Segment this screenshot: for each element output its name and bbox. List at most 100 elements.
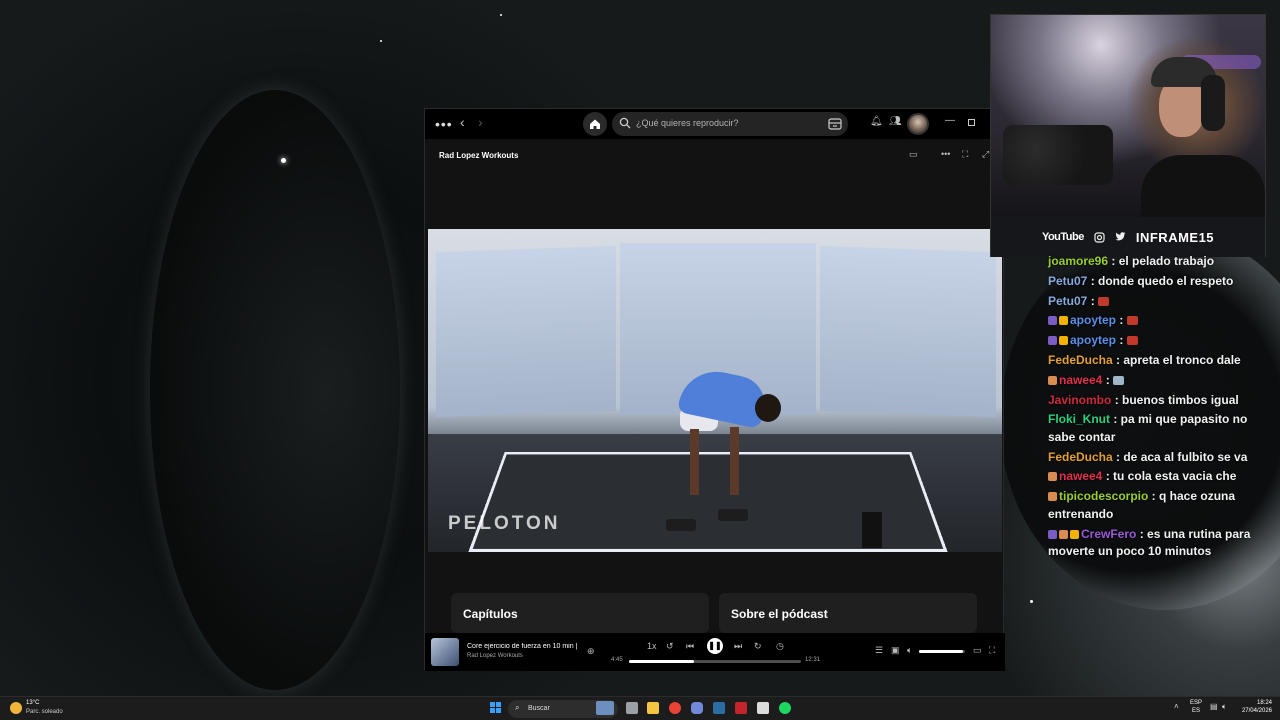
weather-desc[interactable]: Parc. soleado [26, 709, 63, 715]
chat-username[interactable]: Floki_Knut [1048, 412, 1110, 426]
miniplayer-icon[interactable]: ▭ [973, 645, 982, 656]
progress-bar[interactable] [629, 660, 801, 663]
chat-username[interactable]: Javinombo [1048, 393, 1111, 407]
rewind-15-icon[interactable]: ↺ [666, 641, 674, 652]
app-icon[interactable] [757, 702, 769, 714]
chat-text: : [1102, 372, 1114, 387]
back-arrow-icon[interactable]: ‹ [460, 114, 465, 130]
chat-badge-icon [1048, 472, 1057, 482]
keyboard-code: ES [1192, 708, 1201, 714]
webcam-feed [991, 15, 1265, 217]
chat-username[interactable]: nawee4 [1059, 373, 1102, 387]
chat-badge-icon [1048, 529, 1057, 539]
taskbar-search-label: Buscar [528, 705, 550, 712]
weather-sun-icon[interactable] [10, 702, 22, 714]
add-icon[interactable]: ⊕ [587, 646, 595, 657]
spotify-window: ••• ‹ › ¿Qué quieres reproducir? 🔔︎ 👥︎ —… [424, 108, 1005, 671]
volume-slider[interactable] [919, 650, 965, 653]
chat-username[interactable]: CrewFero [1081, 527, 1136, 541]
browse-icon[interactable] [827, 116, 843, 132]
headphones [1201, 75, 1225, 131]
chat-username[interactable]: nawee4 [1059, 469, 1102, 483]
wallpaper-star [1030, 600, 1033, 603]
twitter-icon [1115, 232, 1126, 241]
start-button[interactable] [490, 702, 502, 714]
chat-username[interactable]: Petu07 [1048, 274, 1087, 288]
episode-title[interactable]: Core ejercicio de fuerza en 10 min | R [467, 643, 579, 650]
task-view-icon[interactable] [626, 702, 638, 714]
chat-username[interactable]: joamore96 [1048, 254, 1108, 268]
forward-15-icon[interactable]: ↻ [754, 641, 762, 652]
progress-fill [629, 660, 695, 663]
chapters-heading: Capítulos [463, 607, 518, 621]
stream-chat: joamore96 : el pelado trabajo Petu07 : do… [1048, 253, 1268, 563]
episode-cover[interactable] [431, 638, 459, 666]
bell-icon[interactable]: 🔔︎ [870, 116, 883, 127]
chat-username[interactable]: Petu07 [1048, 294, 1087, 308]
chat-username[interactable]: apoytep [1070, 313, 1116, 327]
video-player[interactable]: PELOTON [428, 229, 1002, 552]
language-code: ESP [1190, 700, 1203, 706]
file-explorer-icon[interactable] [647, 702, 659, 714]
language-indicator[interactable]: ESP ES [1190, 699, 1202, 715]
maximize-icon[interactable] [968, 119, 975, 126]
sleep-timer-icon[interactable]: ◷ [776, 641, 784, 652]
fullscreen-icon[interactable]: ⛶ [962, 149, 968, 160]
connect-device-icon[interactable]: ▣ [891, 645, 900, 656]
friends-icon[interactable]: 👥︎ [889, 116, 902, 127]
podcast-title[interactable]: Rad Lopez Workouts [439, 151, 518, 160]
search-highlight-icon[interactable] [596, 701, 614, 715]
speed-button[interactable]: 1x [647, 641, 657, 651]
webcam-overlay: YouTube INFRAME15 [990, 14, 1266, 257]
chat-message: Petu07 : donde quedo el respeto [1048, 273, 1268, 291]
miniplayer-icon[interactable]: ▭ [909, 149, 918, 160]
youtube-label: YouTube [1041, 231, 1084, 243]
chat-text: : el pelado trabajo [1108, 254, 1215, 268]
volume-icon[interactable]: 🔈︎ [907, 645, 912, 656]
weather-temp[interactable]: 13°C [26, 700, 39, 706]
search-input[interactable]: ¿Qué quieres reproducir? [612, 112, 848, 136]
backdrop-panel [820, 245, 996, 418]
chat-username[interactable]: apoytep [1070, 333, 1116, 347]
forward-arrow-icon[interactable]: › [478, 114, 483, 130]
dumbbell [718, 509, 748, 521]
chat-message: Floki_Knut : pa mi que papasito no sabe … [1048, 411, 1268, 446]
home-button[interactable] [583, 112, 607, 136]
queue-icon[interactable]: ☰ [875, 645, 883, 656]
collapse-icon[interactable]: ⤢ [982, 149, 989, 160]
player-bar: Core ejercicio de fuerza en 10 min | R R… [425, 633, 1005, 671]
system-clock[interactable]: 18:24 27/04/2026 [1238, 699, 1272, 715]
discord-icon[interactable] [691, 702, 703, 714]
chat-username[interactable]: tipicodescorpio [1059, 489, 1148, 503]
minimize-icon[interactable]: — [945, 115, 955, 126]
about-podcast-card[interactable]: Sobre el pódcast [719, 593, 977, 633]
speaker-icon[interactable]: 🔈︎ [1222, 702, 1227, 712]
spotify-icon[interactable] [779, 702, 791, 714]
more-options-icon[interactable]: ••• [941, 149, 950, 159]
fullscreen-icon[interactable]: ⛶ [989, 645, 995, 656]
chrome-icon[interactable] [669, 702, 681, 714]
chat-text: : tu cola esta vacia che [1102, 469, 1237, 484]
chat-text: : de aca al fulbito se va [1112, 449, 1248, 464]
chat-message: apoytep : [1048, 332, 1268, 350]
water-bottle [862, 512, 882, 548]
chat-username[interactable]: FedeDucha [1048, 450, 1113, 464]
steam-icon[interactable] [713, 702, 725, 714]
total-time: 12:31 [805, 657, 821, 663]
instructor-leg [730, 427, 739, 495]
menu-icon[interactable]: ••• [435, 116, 453, 132]
chat-text: : [1116, 313, 1127, 328]
previous-icon[interactable]: ⏮︎ [686, 641, 694, 652]
pause-button[interactable]: ❚❚ [707, 638, 723, 654]
chat-username[interactable]: FedeDucha [1048, 353, 1113, 367]
chat-message: Javinombo : buenos timbos igual [1048, 392, 1268, 410]
app-icon[interactable] [735, 702, 747, 714]
network-icon[interactable]: ▤ [1210, 702, 1218, 711]
chevron-up-icon[interactable]: ˄ [1174, 702, 1179, 711]
next-icon[interactable]: ⏭︎ [734, 641, 742, 652]
episode-show[interactable]: Rad Lopez Workouts [467, 653, 523, 659]
video-watermark: PELOTON [448, 513, 561, 534]
avatar[interactable] [907, 113, 929, 135]
chapters-card[interactable]: Capítulos [451, 593, 709, 633]
chat-message: joamore96 : el pelado trabajo [1048, 253, 1268, 271]
